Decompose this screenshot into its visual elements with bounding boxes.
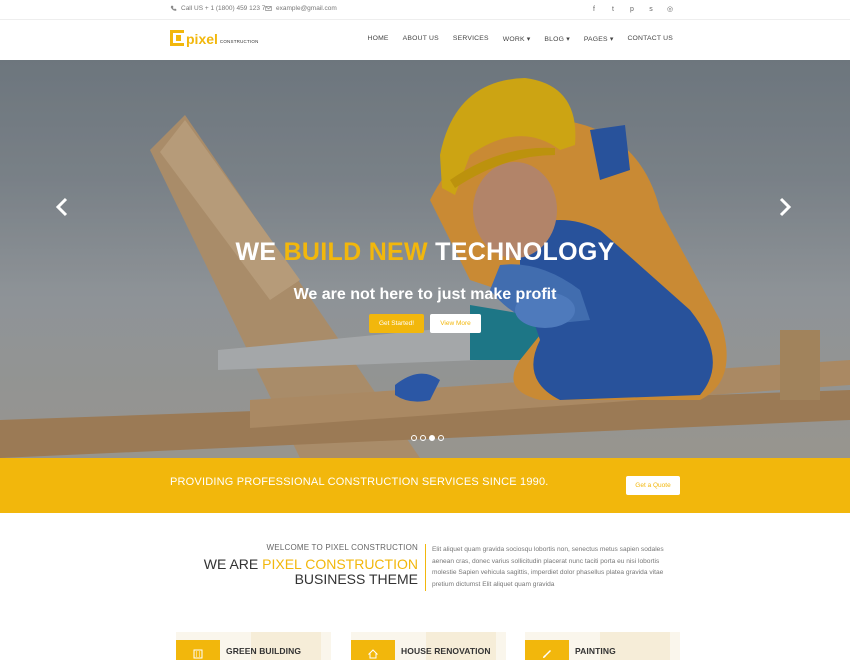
phone-text: Call US + 1 (1800) 459 123 7 <box>181 5 266 12</box>
service-title: HOUSE RENOVATION <box>401 646 491 656</box>
twitter-icon[interactable]: t <box>609 5 617 14</box>
get-a-quote-button[interactable]: Get a Quote <box>626 476 680 495</box>
slider-next-icon[interactable] <box>778 197 792 217</box>
house-icon <box>368 649 378 659</box>
welcome-head-line2: BUSINESS THEME <box>294 571 418 587</box>
service-card-painting[interactable]: PAINTING <box>525 632 680 660</box>
hero-title-accent: BUILD NEW <box>283 238 428 266</box>
hero-title-post: TECHNOLOGY <box>427 238 615 266</box>
welcome-heading-block: WELCOME TO PIXEL CONSTRUCTION WE ARE PIX… <box>170 543 418 587</box>
hero-slider: WE BUILD NEW TECHNOLOGY We are not here … <box>0 60 850 458</box>
slider-prev-icon[interactable] <box>55 197 69 217</box>
service-title: GREEN BUILDING <box>226 646 302 656</box>
service-title: PAINTING <box>575 646 616 656</box>
cta-strip: PROVIDING PROFESSIONAL CONSTRUCTION SERV… <box>0 458 850 513</box>
site-logo[interactable]: pixel CONSTRUCTION <box>170 30 259 46</box>
welcome-paragraph: Elit aliquet quam gravida sociosqu lobor… <box>432 546 664 588</box>
hero-title: WE BUILD NEW TECHNOLOGY <box>0 238 850 267</box>
slider-dot-active[interactable] <box>429 435 435 441</box>
facebook-icon[interactable]: f <box>590 5 598 14</box>
service-icon-box <box>176 640 220 660</box>
service-icon-box <box>525 640 569 660</box>
welcome-kicker: WELCOME TO PIXEL CONSTRUCTION <box>266 543 418 552</box>
slider-dot[interactable] <box>411 435 417 441</box>
hero-title-pre: WE <box>235 238 284 266</box>
nav-pages-dropdown[interactable]: PAGES ▾ <box>584 35 614 43</box>
nav-contact-us[interactable]: CONTACT US <box>627 35 673 43</box>
skype-icon[interactable]: s <box>647 5 655 14</box>
logo-mark-icon <box>170 30 184 46</box>
get-started-button[interactable]: Get Started! <box>369 314 424 333</box>
hero-buttons: Get Started! View More <box>369 314 481 333</box>
welcome-heading: WE ARE PIXEL CONSTRUCTION BUSINESS THEME <box>170 557 418 587</box>
slider-dot[interactable] <box>420 435 426 441</box>
nav-work-dropdown[interactable]: WORK ▾ <box>503 35 531 43</box>
welcome-head-pre: WE ARE <box>203 556 263 572</box>
nav-blog-dropdown[interactable]: BLOG ▾ <box>544 35 569 43</box>
service-card-green-building[interactable]: GREEN BUILDING <box>176 632 331 660</box>
logo-subtext: CONSTRUCTION <box>219 39 259 44</box>
service-icon-box <box>351 640 395 660</box>
view-more-button[interactable]: View More <box>430 314 481 333</box>
logo-text: pixel <box>186 31 218 47</box>
welcome-divider <box>425 544 426 591</box>
email-contact[interactable]: example@gmail.com <box>265 5 337 12</box>
service-card-house-renovation[interactable]: HOUSE RENOVATION <box>351 632 506 660</box>
slider-dots <box>411 435 444 441</box>
nav-services[interactable]: SERVICES <box>453 35 489 43</box>
top-bar: Call US + 1 (1800) 459 123 7 example@gma… <box>0 0 850 20</box>
nav-home[interactable]: HOME <box>367 35 388 43</box>
phone-contact: Call US + 1 (1800) 459 123 7 <box>170 5 265 12</box>
pinterest-icon[interactable]: p <box>628 5 636 14</box>
email-text[interactable]: example@gmail.com <box>276 5 337 12</box>
brush-icon <box>543 650 551 658</box>
social-links: f t p s ◎ <box>590 5 674 14</box>
main-menu: HOME ABOUT US SERVICES WORK ▾ BLOG ▾ PAG… <box>367 35 673 43</box>
dribbble-icon[interactable]: ◎ <box>666 5 674 14</box>
hero-subtitle: We are not here to just make profit <box>293 286 557 303</box>
main-navbar: pixel CONSTRUCTION HOME ABOUT US SERVICE… <box>0 20 850 60</box>
building-icon <box>193 649 203 659</box>
cta-text: PROVIDING PROFESSIONAL CONSTRUCTION SERV… <box>170 476 549 488</box>
nav-about-us[interactable]: ABOUT US <box>403 35 439 43</box>
slider-dot[interactable] <box>438 435 444 441</box>
phone-icon <box>170 5 177 11</box>
welcome-head-accent: PIXEL CONSTRUCTION <box>262 556 418 572</box>
envelope-icon <box>265 6 272 11</box>
